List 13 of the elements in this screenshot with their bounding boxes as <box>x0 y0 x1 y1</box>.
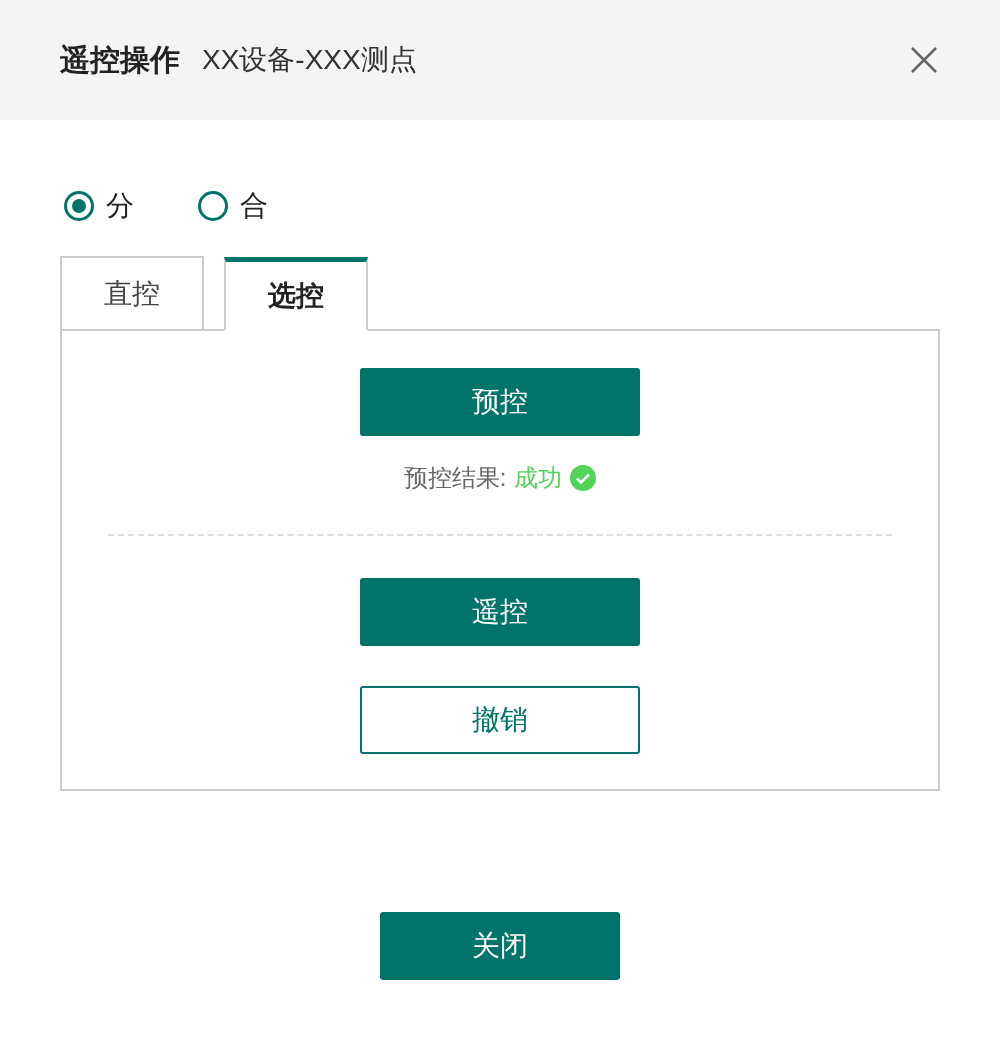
dialog-title: 遥控操作 <box>60 41 180 78</box>
control-button[interactable]: 遥控 <box>360 578 640 646</box>
cancel-button[interactable]: 撤销 <box>360 686 640 754</box>
result-value: 成功 <box>514 463 563 493</box>
check-icon <box>570 465 597 491</box>
radio-option[interactable]: 分 <box>64 188 134 224</box>
tab[interactable]: 选控 <box>224 257 368 331</box>
device-label: XX设备-XXX测点 <box>202 43 418 77</box>
radio-option[interactable]: 合 <box>198 188 268 224</box>
tab[interactable]: 直控 <box>60 256 204 329</box>
result-label: 预控结果: <box>403 463 507 493</box>
precontrol-button[interactable]: 预控 <box>360 368 640 436</box>
close-dialog-button[interactable]: 关闭 <box>380 912 620 980</box>
